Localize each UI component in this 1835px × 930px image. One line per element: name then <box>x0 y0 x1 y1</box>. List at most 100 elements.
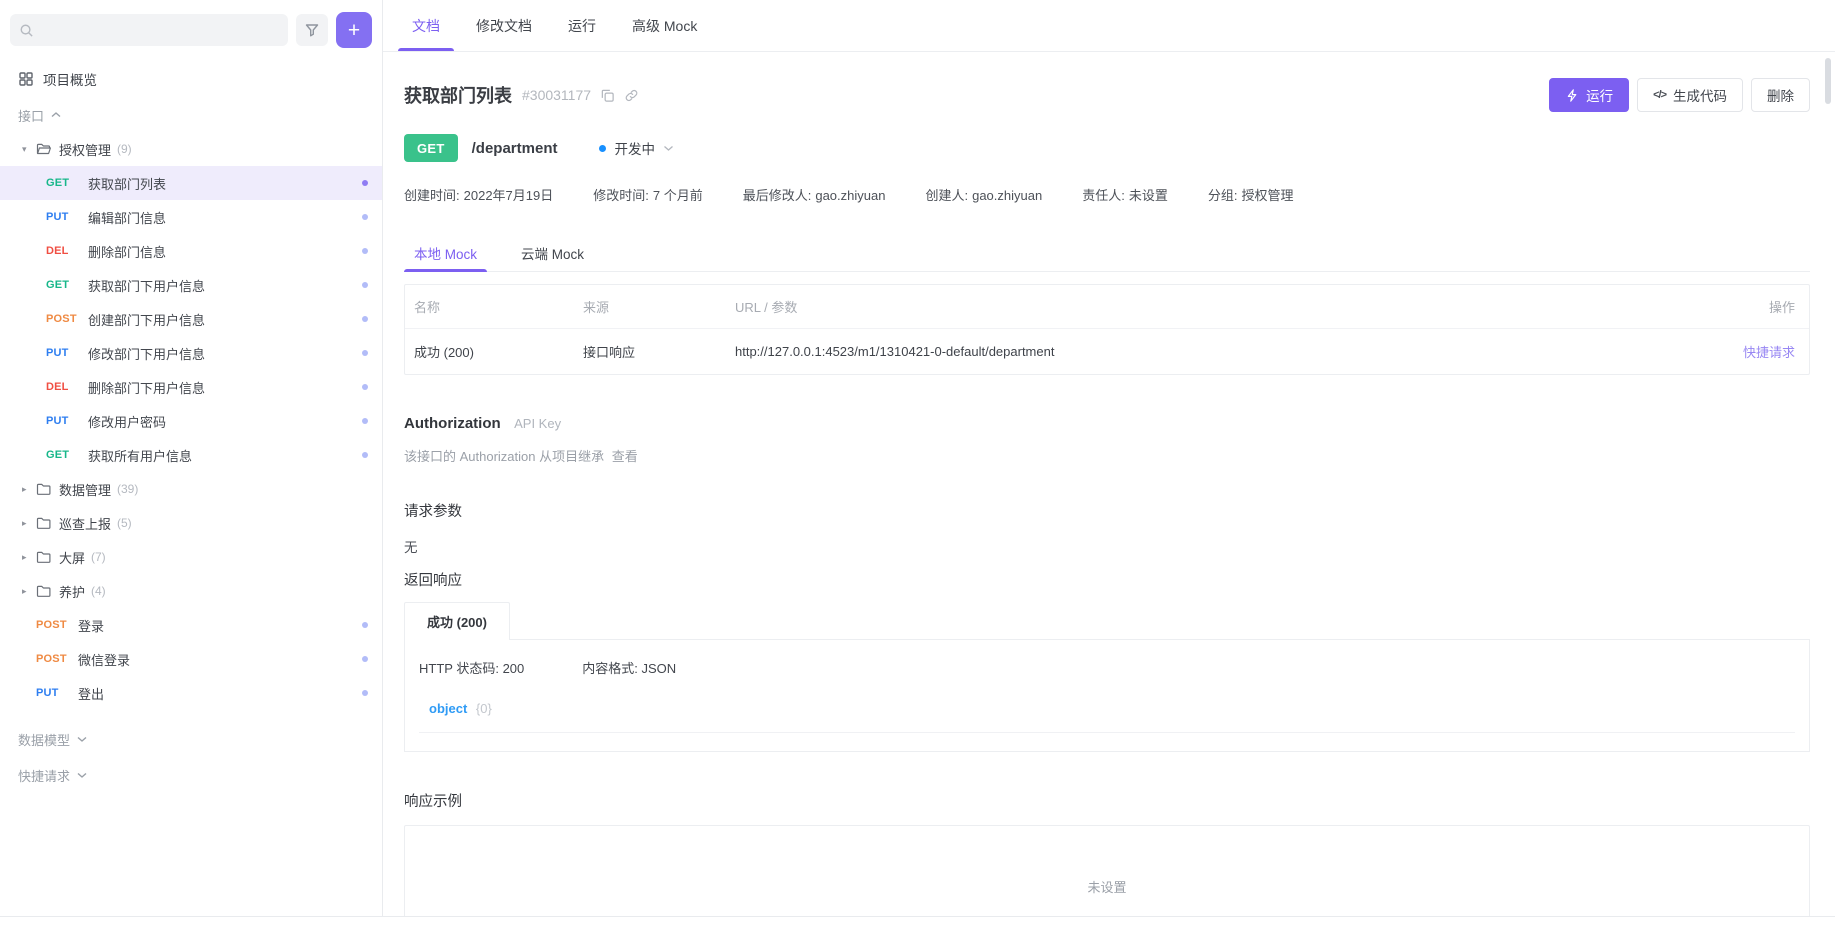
sidebar-api-item[interactable]: DEL 删除部门信息 <box>0 234 382 268</box>
sidebar-folder-item[interactable]: ▸ 数据管理 (39) <box>0 472 382 506</box>
chevron-up-icon <box>51 111 61 119</box>
http-status: HTTP 状态码: 200 <box>419 658 524 677</box>
response-title: 返回响应 <box>404 569 1810 590</box>
generate-code-button[interactable]: </> 生成代码 <box>1637 78 1743 112</box>
schema-type[interactable]: object <box>429 701 467 716</box>
title-row: 获取部门列表 #30031177 运行 </> 生成代码 <box>404 78 1810 112</box>
view-link[interactable]: 查看 <box>612 449 638 464</box>
schema-count: {0} <box>476 701 492 716</box>
section-api-label: 接口 <box>18 106 44 125</box>
sidebar-api-item[interactable]: POST 创建部门下用户信息 <box>0 302 382 336</box>
request-params-empty: 无 <box>404 536 1810 556</box>
search-icon <box>19 23 34 38</box>
grid-icon <box>18 71 34 87</box>
sidebar-api-item[interactable]: PUT 修改用户密码 <box>0 404 382 438</box>
sidebar-api-item[interactable]: PUT 编辑部门信息 <box>0 200 382 234</box>
doc-tabbar: 文档 修改文档 运行 高级 Mock <box>383 0 1835 52</box>
authorization-title: Authorization <box>404 415 501 432</box>
status-dot <box>362 418 368 424</box>
meta-owner: 责任人:未设置 <box>1082 185 1168 204</box>
search-box[interactable] <box>10 14 288 46</box>
sidebar-folder-item[interactable]: ▸ 巡查上报 (5) <box>0 506 382 540</box>
mock-table-header: 名称 来源 URL / 参数 操作 <box>405 285 1809 328</box>
sidebar: + 项目概览 接口 ▾ 授权管理 (9) GET 获取部门列表 PUT <box>0 0 383 916</box>
sidebar-section-api[interactable]: 接口 <box>10 102 372 128</box>
folder-icon <box>35 583 52 599</box>
search-input[interactable] <box>40 23 279 38</box>
sidebar-folder-item[interactable]: ▸ 养护 (4) <box>0 574 382 608</box>
tab-advanced-mock[interactable]: 高级 Mock <box>618 0 711 51</box>
mock-name: 成功 (200) <box>405 342 583 361</box>
status-dot <box>362 248 368 254</box>
sidebar-item-project-overview[interactable]: 项目概览 <box>10 64 372 94</box>
meta-modified-time: 修改时间:7 个月前 <box>593 185 702 204</box>
response-tab-success[interactable]: 成功 (200) <box>404 602 510 640</box>
delete-button[interactable]: 删除 <box>1751 78 1810 112</box>
sidebar-folder-item[interactable]: ▾ 授权管理 (9) <box>0 132 382 166</box>
response-box: HTTP 状态码: 200 内容格式: JSON object {0} <box>404 639 1810 752</box>
status-dot <box>362 690 368 696</box>
authorization-inherit-note: 该接口的 Authorization 从项目继承 查看 <box>404 446 1810 465</box>
tab-run[interactable]: 运行 <box>554 0 610 51</box>
method-badge: GET <box>404 134 458 162</box>
plus-icon: + <box>348 20 360 41</box>
page-title: 获取部门列表 <box>404 82 512 108</box>
status-dot <box>362 214 368 220</box>
sidebar-api-item[interactable]: GET 获取部门下用户信息 <box>0 268 382 302</box>
mock-url: http://127.0.0.1:4523/m1/1310421-0-defau… <box>735 344 1699 359</box>
filter-button[interactable] <box>296 14 328 46</box>
caret-right-icon: ▸ <box>22 552 35 563</box>
schema-row[interactable]: object {0} <box>419 701 1795 733</box>
tab-local-mock[interactable]: 本地 Mock <box>404 235 487 271</box>
sidebar-api-item[interactable]: PUT 修改部门下用户信息 <box>0 336 382 370</box>
meta-group: 分组:授权管理 <box>1208 185 1294 204</box>
folder-icon <box>35 515 52 531</box>
meta-row: 创建时间:2022年7月19日 修改时间:7 个月前 最后修改人:gao.zhi… <box>404 185 1810 204</box>
authorization-type: API Key <box>514 416 561 431</box>
sidebar-api-item[interactable]: POST 登录 <box>0 608 382 642</box>
api-path: /department <box>472 140 558 157</box>
status-dot <box>362 622 368 628</box>
status-dot <box>362 316 368 322</box>
response-example-empty: 未设置 <box>1087 877 1126 896</box>
project-overview-label: 项目概览 <box>43 69 97 89</box>
tab-doc[interactable]: 文档 <box>398 0 454 51</box>
add-button[interactable]: + <box>336 12 372 48</box>
method-row: GET /department 开发中 <box>404 134 1810 162</box>
status-dot-icon <box>599 145 606 152</box>
copy-icon[interactable] <box>600 88 615 103</box>
link-icon[interactable] <box>624 88 639 103</box>
lightning-icon <box>1565 88 1579 103</box>
folder-icon <box>35 481 52 497</box>
authorization-title-row: Authorization API Key <box>404 415 1810 433</box>
quick-request-link[interactable]: 快捷请求 <box>1743 345 1795 360</box>
response-example-box: 未设置 <box>404 825 1810 916</box>
sidebar-section-data-models[interactable]: 数据模型 <box>10 724 372 754</box>
caret-right-icon: ▸ <box>22 518 35 529</box>
sidebar-api-item[interactable]: GET 获取所有用户信息 <box>0 438 382 472</box>
chevron-down-icon <box>663 144 674 152</box>
request-params-title: 请求参数 <box>404 500 1810 521</box>
caret-right-icon: ▸ <box>22 586 35 597</box>
scrollbar-thumb[interactable] <box>1825 58 1831 104</box>
sidebar-api-item[interactable]: POST 微信登录 <box>0 642 382 676</box>
authorization-section: Authorization API Key 该接口的 Authorization… <box>404 415 1810 465</box>
tab-cloud-mock[interactable]: 云端 Mock <box>511 235 594 271</box>
caret-down-icon: ▾ <box>22 144 35 155</box>
sidebar-folder-item[interactable]: ▸ 大屏 (7) <box>0 540 382 574</box>
sidebar-api-item[interactable]: DEL 删除部门下用户信息 <box>0 370 382 404</box>
sidebar-api-item[interactable]: PUT 登出 <box>0 676 382 710</box>
run-button[interactable]: 运行 <box>1549 78 1629 112</box>
sidebar-api-item[interactable]: GET 获取部门列表 <box>0 166 382 200</box>
status-dot <box>362 452 368 458</box>
sidebar-section-quick-requests[interactable]: 快捷请求 <box>10 760 372 790</box>
folder-icon <box>35 549 52 565</box>
content-format: 内容格式: JSON <box>582 658 676 677</box>
status-selector[interactable]: 开发中 <box>599 138 674 158</box>
doc-content: 获取部门列表 #30031177 运行 </> 生成代码 <box>383 52 1835 916</box>
tab-edit-doc[interactable]: 修改文档 <box>462 0 546 51</box>
api-id: #30031177 <box>522 87 591 103</box>
response-meta: HTTP 状态码: 200 内容格式: JSON <box>419 658 1795 677</box>
chevron-down-icon <box>77 771 87 779</box>
meta-last-modifier: 最后修改人:gao.zhiyuan <box>743 185 886 204</box>
